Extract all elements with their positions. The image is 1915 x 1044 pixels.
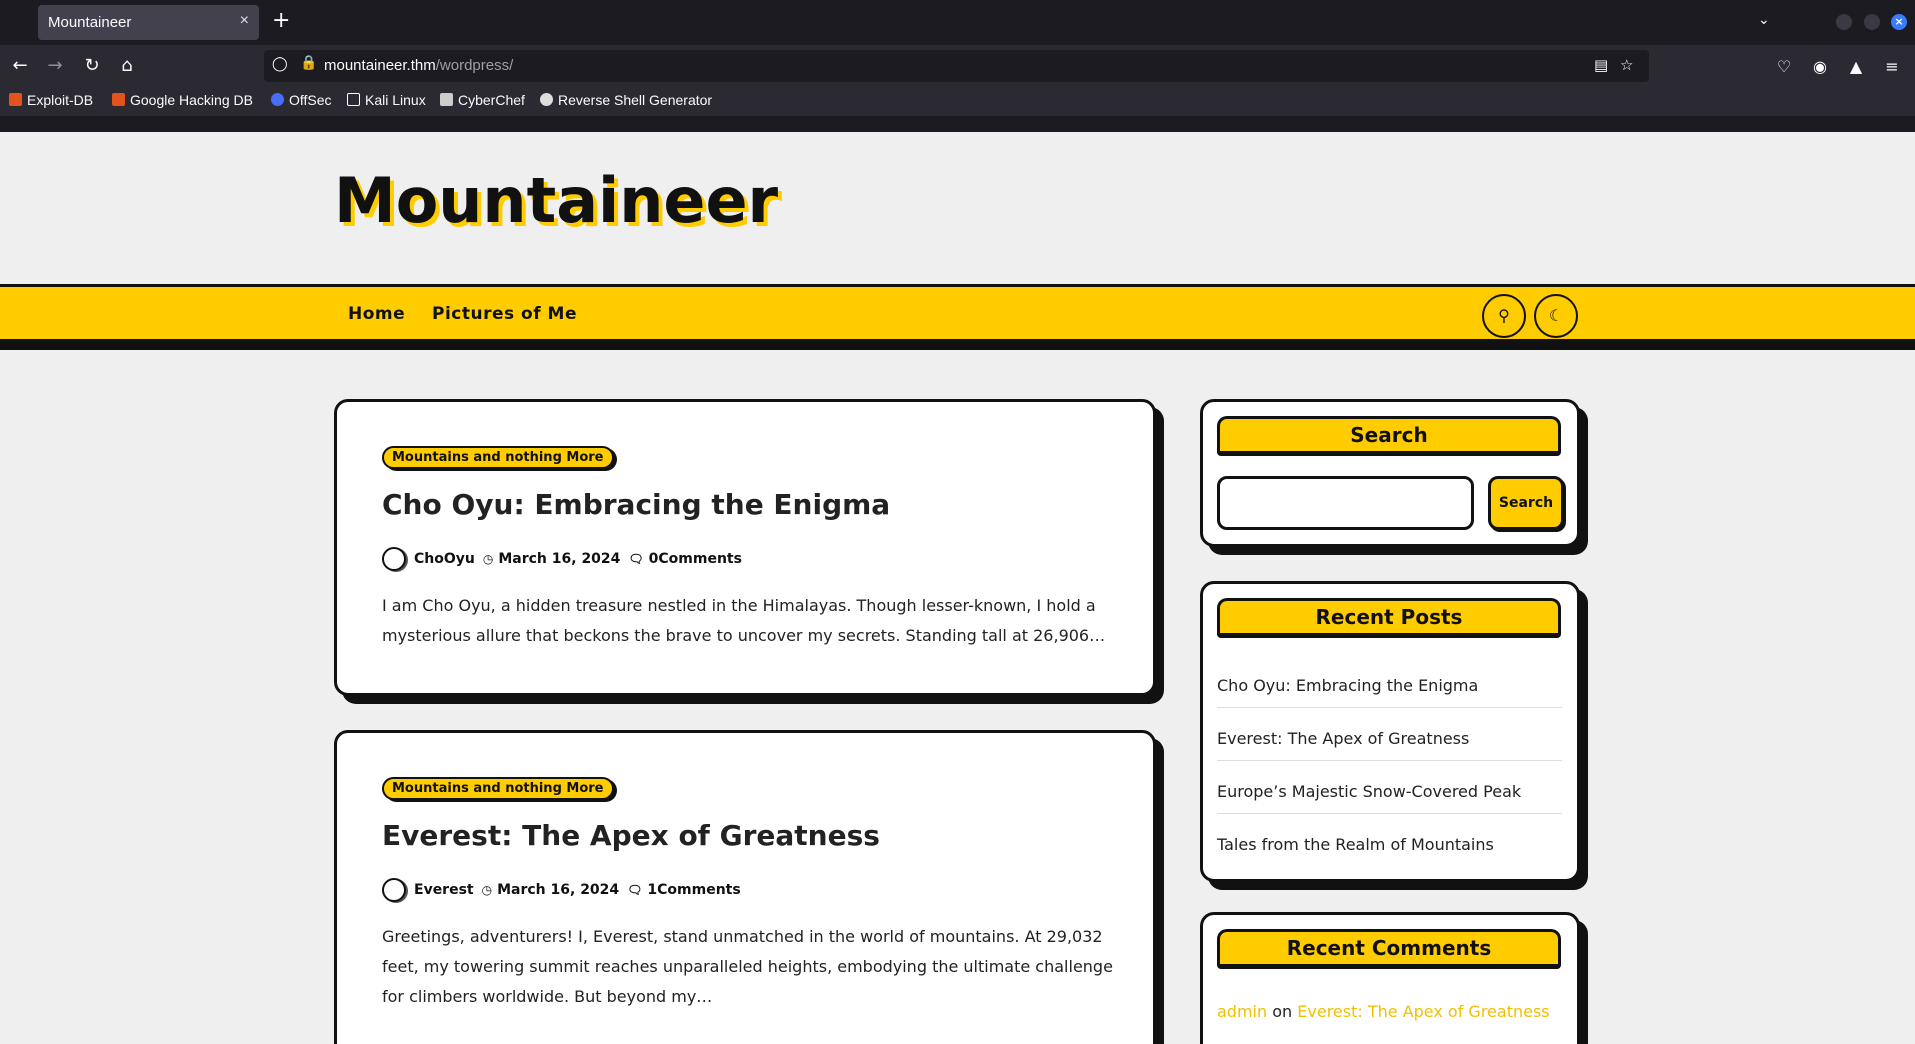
tab-close-icon[interactable]: × <box>240 12 249 30</box>
reload-icon[interactable]: ↻ <box>80 54 104 78</box>
recent-posts-widget: Recent Posts Cho Oyu: Embracing the Enig… <box>1200 581 1580 882</box>
bookmark-offsec[interactable]: OffSec <box>271 92 332 108</box>
bookmark-reverse-shell-generator[interactable]: Reverse Shell Generator <box>540 92 712 108</box>
post-author[interactable]: Everest <box>414 882 474 898</box>
primary-menu: Home Pictures of Me ⚲ ☾ <box>0 284 1915 342</box>
avatar[interactable] <box>382 878 406 902</box>
folder-icon <box>347 93 360 106</box>
widget-title: Search <box>1217 416 1561 456</box>
minimize-window-icon[interactable] <box>1836 14 1852 30</box>
widget-title: Recent Comments <box>1217 929 1561 969</box>
post-meta: Everest ◷ March 16, 2024 🗨 1Comments <box>382 878 741 902</box>
recent-post-link[interactable]: Tales from the Realm of Mountains <box>1217 835 1562 866</box>
ghdb-icon <box>112 93 125 106</box>
post-date[interactable]: March 16, 2024 <box>498 551 620 567</box>
site-title[interactable]: Mountaineer <box>334 164 778 237</box>
reader-view-icon[interactable]: ▤ <box>1594 56 1608 74</box>
new-tab-button[interactable]: + <box>272 8 290 33</box>
post-excerpt: I am Cho Oyu, a hidden treasure nestled … <box>382 596 1106 645</box>
avatar[interactable] <box>382 547 406 571</box>
category-badge[interactable]: Mountains and nothing More <box>382 446 614 469</box>
post-author[interactable]: ChoOyu <box>414 551 475 567</box>
menu-item-pictures-of-me[interactable]: Pictures of Me <box>432 304 577 324</box>
recent-post-link[interactable]: Everest: The Apex of Greatness <box>1217 729 1562 761</box>
pocket-icon[interactable]: ♡ <box>1774 57 1794 76</box>
dark-mode-moon-icon[interactable]: ☾ <box>1534 294 1578 338</box>
skull-icon <box>540 93 553 106</box>
menu-icon[interactable]: ≡ <box>1882 57 1902 76</box>
search-button[interactable]: Search <box>1488 476 1564 530</box>
comments-icon: 🗨 <box>627 883 643 897</box>
url-text[interactable]: mountaineer.thm/wordpress/ <box>324 57 513 74</box>
search-input[interactable] <box>1217 476 1474 530</box>
web-page: Mountaineer Home Pictures of Me ⚲ ☾ Moun… <box>0 132 1915 1044</box>
tracking-shield-icon[interactable]: ◯ <box>272 56 288 74</box>
extensions-icon[interactable]: ▲ <box>1846 57 1866 76</box>
post-title[interactable]: Everest: The Apex of Greatness <box>382 819 880 852</box>
account-icon[interactable]: ◉ <box>1810 57 1830 76</box>
clock-icon: ◷ <box>481 883 493 897</box>
browser-toolbar-border <box>0 116 1915 132</box>
maximize-window-icon[interactable] <box>1864 14 1880 30</box>
post-card: Mountains and nothing More Everest: The … <box>334 730 1156 1044</box>
comment-author-link[interactable]: admin <box>1217 1002 1267 1021</box>
back-arrow-icon[interactable]: ← <box>8 54 32 78</box>
comment-post-link[interactable]: Everest: The Apex of Greatness <box>1297 1002 1549 1021</box>
home-icon[interactable]: ⌂ <box>115 54 139 78</box>
forward-arrow-icon[interactable]: → <box>43 54 67 78</box>
tab-list-chevron-icon[interactable]: ⌄ <box>1758 12 1770 28</box>
post-meta: ChoOyu ◷ March 16, 2024 🗨 0Comments <box>382 547 742 571</box>
comments-icon: 🗨 <box>628 552 644 566</box>
category-badge[interactable]: Mountains and nothing More <box>382 777 614 800</box>
search-widget: Search Search <box>1200 399 1580 547</box>
offsec-icon <box>271 93 284 106</box>
search-icon[interactable]: ⚲ <box>1482 294 1526 338</box>
browser-tab[interactable]: Mountaineer × <box>38 5 259 40</box>
close-window-icon[interactable]: × <box>1891 14 1907 30</box>
post-title[interactable]: Cho Oyu: Embracing the Enigma <box>382 488 890 521</box>
clock-icon: ◷ <box>482 552 494 566</box>
insecure-lock-icon[interactable]: 🔒 <box>300 55 317 71</box>
bookmark-cyberchef[interactable]: CyberChef <box>440 92 525 108</box>
url-bar[interactable]: ◯ 🔒 mountaineer.thm/wordpress/ ▤ ☆ <box>264 50 1649 82</box>
cyberchef-icon <box>440 93 453 106</box>
menu-item-home[interactable]: Home <box>348 304 405 324</box>
exploit-db-icon <box>9 93 22 106</box>
recent-comments-widget: Recent Comments admin on Everest: The Ap… <box>1200 912 1580 1044</box>
bookmark-star-icon[interactable]: ☆ <box>1620 56 1633 74</box>
post-date[interactable]: March 16, 2024 <box>497 882 619 898</box>
post-comments[interactable]: 0Comments <box>649 551 742 567</box>
recent-comment: admin on Everest: The Apex of Greatness <box>1217 1002 1550 1021</box>
tab-title: Mountaineer <box>48 14 132 31</box>
tab-bar: Mountaineer × + ⌄ × <box>0 0 1915 45</box>
recent-post-link[interactable]: Cho Oyu: Embracing the Enigma <box>1217 676 1562 708</box>
bookmark-kali-linux[interactable]: Kali Linux <box>347 92 426 108</box>
bookmark-google-hacking-db[interactable]: Google Hacking DB <box>112 92 253 108</box>
widget-title: Recent Posts <box>1217 598 1561 638</box>
post-comments[interactable]: 1Comments <box>647 882 740 898</box>
recent-post-link[interactable]: Europe’s Majestic Snow-Covered Peak <box>1217 782 1562 814</box>
bookmark-exploit-db[interactable]: Exploit-DB <box>9 92 93 108</box>
post-card: Mountains and nothing More Cho Oyu: Embr… <box>334 399 1156 696</box>
post-excerpt: Greetings, adventurers! I, Everest, stan… <box>382 927 1113 1006</box>
